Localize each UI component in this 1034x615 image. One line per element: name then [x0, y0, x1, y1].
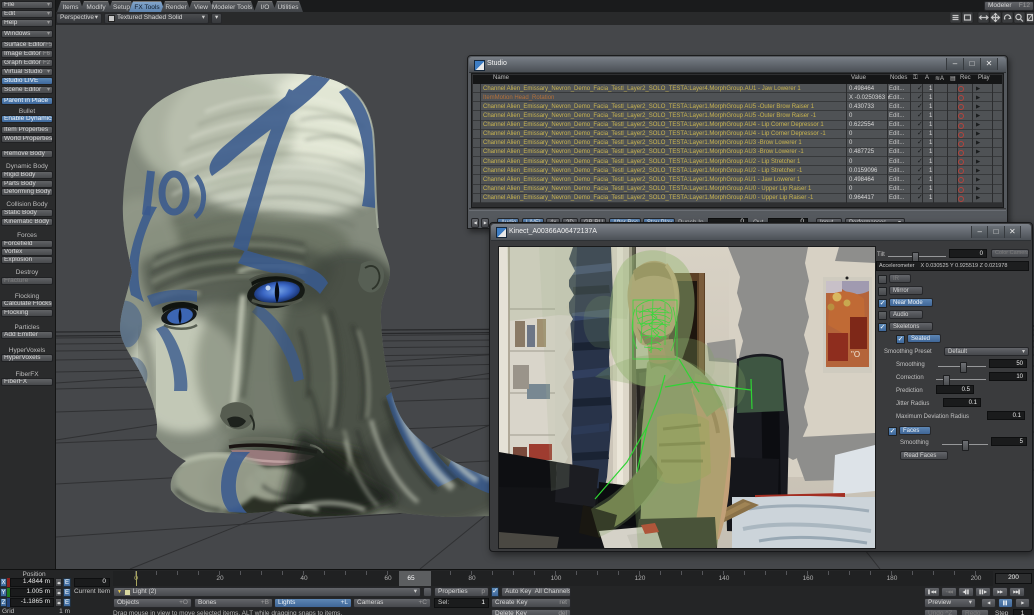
- svg-text:"O: "O: [851, 350, 860, 359]
